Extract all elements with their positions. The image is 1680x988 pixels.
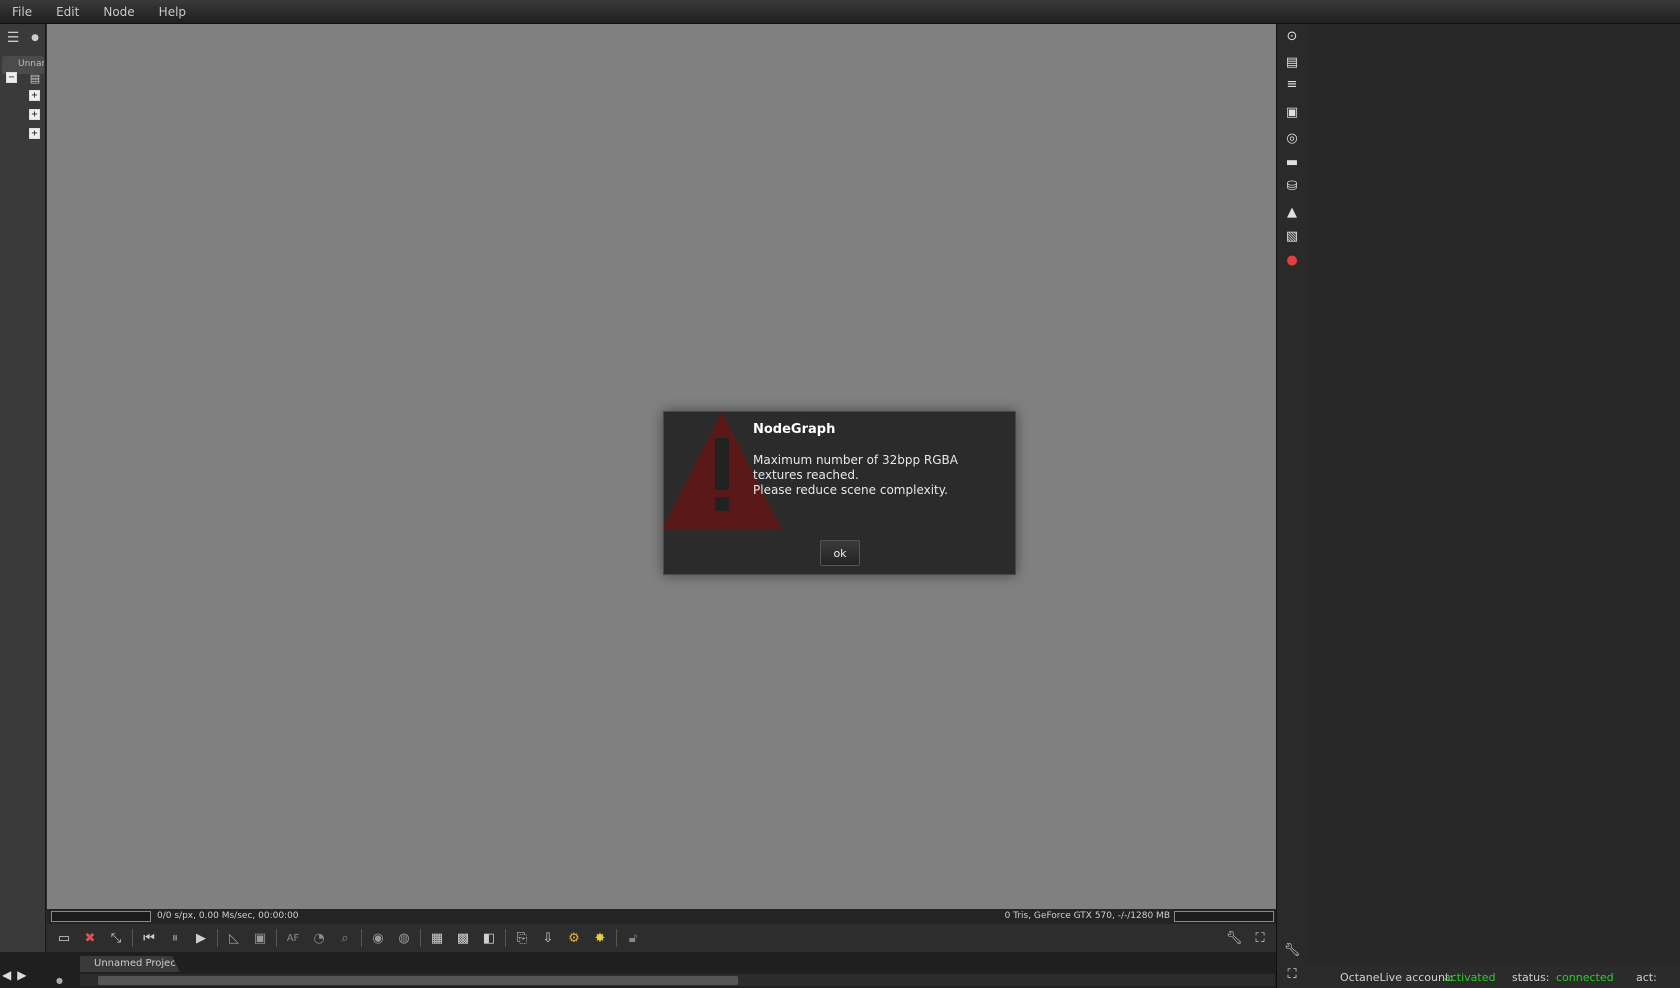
scene-outliner-panel: ☰ ● Unnamed Project − ▤ + + + (0, 24, 46, 964)
pick-white-balance-icon[interactable]: ◔ (306, 927, 332, 949)
pause-icon[interactable]: ⏸ (162, 927, 188, 949)
warning-exclamation-bar (715, 438, 729, 490)
imager-icon[interactable]: ◎ (1282, 128, 1302, 148)
dialog-title: NodeGraph (753, 422, 836, 437)
nodegraph-project-tab[interactable]: Unnamed Project (80, 956, 180, 972)
menu-bar: File Edit Node Help (0, 0, 1680, 24)
material-icon[interactable]: ● (1282, 250, 1302, 270)
fullscreen-icon[interactable]: ⛶ (1248, 927, 1272, 949)
environment-icon[interactable]: ▣ (1282, 102, 1302, 122)
account-status-bar: OctaneLive account: activated status: co… (1306, 968, 1680, 988)
account-value: activated (1444, 971, 1496, 984)
render-status-row: 0/0 s/px, 0.00 Ms/sec, 00:00:00 0 Tris, … (47, 909, 1276, 924)
pick-focus-icon[interactable]: ⌕ (332, 927, 358, 949)
warning-exclamation-dot (715, 497, 729, 511)
ok-button[interactable]: ok (820, 540, 860, 566)
render-settings-icon[interactable]: ≡ (1282, 74, 1302, 94)
toolbar-divider (132, 929, 133, 947)
save-render-icon[interactable]: ▭ (51, 927, 77, 949)
inspector-fullscreen-icon[interactable]: ⛶ (1282, 964, 1302, 984)
status-label: status: (1512, 971, 1550, 984)
toolbar-divider (361, 929, 362, 947)
menu-edit[interactable]: Edit (44, 5, 91, 19)
material-picker-icon[interactable]: ◉ (365, 927, 391, 949)
toolbar-divider (420, 929, 421, 947)
region-render-icon[interactable]: ◺ (221, 927, 247, 949)
render-layers-icon[interactable]: ▤ (1282, 52, 1302, 72)
settings-wrench-icon[interactable]: 🔧︎ (1222, 927, 1246, 949)
toolbar-divider (505, 929, 506, 947)
toolbar-divider (616, 929, 617, 947)
tree-expand-toggle-1[interactable]: + (29, 90, 40, 101)
tree-collapse-toggle[interactable]: − (6, 72, 17, 83)
dialog-message-line-1: Maximum number of 32bpp RGBA textures re… (753, 453, 958, 482)
post-processing-icon[interactable]: ▧ (1282, 226, 1302, 246)
geometry-icon[interactable]: ⛁ (1282, 176, 1302, 196)
nodegraph-error-dialog: NodeGraph Maximum number of 32bpp RGBA t… (663, 411, 1016, 575)
nodegraph-hscrollbar[interactable] (80, 974, 1275, 986)
inspector-wrench-icon[interactable]: 🔧︎ (1282, 940, 1302, 960)
grid-view-icon[interactable]: ▦ (424, 927, 450, 949)
toolbar-divider (276, 929, 277, 947)
dialog-message-line-2: Please reduce scene complexity. (753, 483, 948, 497)
tree-expand-toggle-3[interactable]: + (29, 128, 40, 139)
reset-render-icon[interactable]: ⤡ (103, 927, 129, 949)
copy-to-clipboard-icon[interactable]: ⎘ (509, 927, 535, 949)
menu-file[interactable]: File (0, 5, 44, 19)
account-label: OctaneLive account: (1340, 971, 1453, 984)
camera-settings-icon[interactable]: ⊙ (1282, 26, 1302, 46)
dialog-message: Maximum number of 32bpp RGBA textures re… (753, 453, 1003, 498)
viewport-resolution-icon[interactable]: ▣ (247, 927, 273, 949)
menu-node[interactable]: Node (91, 5, 146, 19)
menu-help[interactable]: Help (147, 5, 198, 19)
tonemap-icon[interactable]: ⚙ (561, 927, 587, 949)
alpha-view-icon[interactable]: ◧ (476, 927, 502, 949)
gpu-info-text: 0 Tris, GeForce GTX 570, -/-/1280 MB (1004, 911, 1170, 921)
nav-left-icon[interactable]: ◀ (2, 968, 11, 982)
light-options-icon[interactable]: ✸ (587, 927, 613, 949)
tree-expand-toggle-2[interactable]: + (29, 109, 40, 120)
status-value: connected (1556, 971, 1614, 984)
scrollbar-thumb[interactable] (98, 976, 738, 985)
stop-render-icon[interactable]: ✖ (77, 927, 103, 949)
image-texture-icon[interactable]: ▲ (1282, 202, 1302, 222)
nav-right-icon[interactable]: ▶ (17, 968, 26, 982)
render-progress-bar (51, 911, 151, 922)
kernel-icon[interactable]: ▬ (1282, 152, 1302, 172)
gpu-memory-bar (1174, 911, 1274, 922)
render-stats-text: 0/0 s/px, 0.00 Ms/sec, 00:00:00 (157, 911, 299, 921)
autofocus-icon[interactable]: AF (280, 927, 306, 949)
record-icon[interactable]: ● (56, 976, 63, 985)
export-passes-icon[interactable]: ⇩ (535, 927, 561, 949)
outliner-menu-icon[interactable]: ☰ (2, 28, 24, 48)
pin-icon[interactable]: ● (24, 28, 46, 48)
rewind-icon[interactable]: ⏮ (136, 927, 162, 949)
toolbar-divider (217, 929, 218, 947)
node-inspector-toolbar: ⊙ ▤ ≡ ▣ ◎ ▬ ⛁ ▲ ▧ ● 🔧︎ ⛶ (1276, 24, 1306, 988)
object-picker-icon[interactable]: ◍ (391, 927, 417, 949)
play-icon[interactable]: ▶ (188, 927, 214, 949)
render-toolbar: ▭ ✖ ⤡ ⏮ ⏸ ▶ ◺ ▣ AF ◔ ⌕ ◉ ◍ ▦ ▩ ◧ ⎘ ⇩ ⚙ ✸… (47, 924, 1276, 952)
act-label: act: (1636, 971, 1657, 984)
render-viewport[interactable] (47, 24, 1276, 909)
nodegraph-strip: Unnamed Project ● (0, 952, 1280, 988)
scene-node-icon[interactable]: ▤ (24, 68, 46, 88)
lock-viewport-icon[interactable]: 🔓︎ (620, 927, 646, 949)
nav-arrows: ◀ ▶ (2, 968, 26, 982)
checker-view-icon[interactable]: ▩ (450, 927, 476, 949)
node-inspector-panel (1306, 24, 1680, 964)
